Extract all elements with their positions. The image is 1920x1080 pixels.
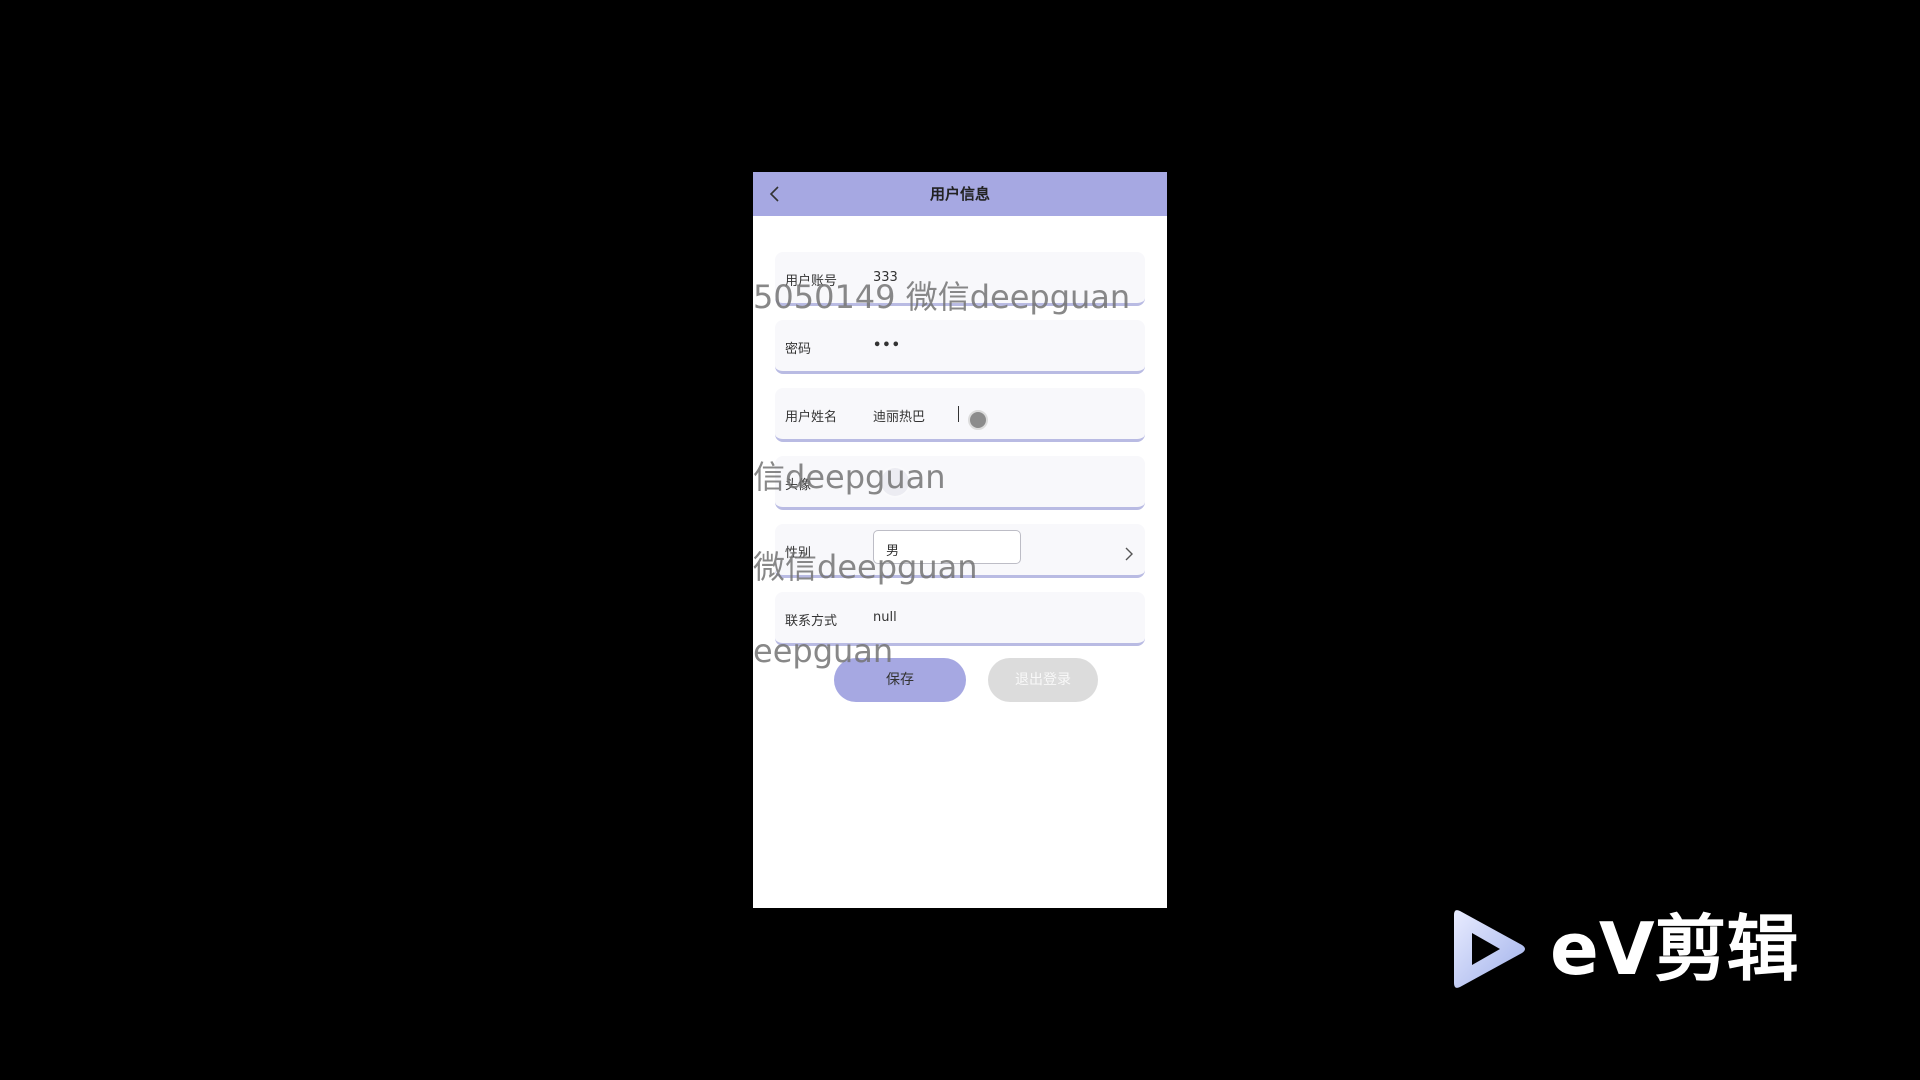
phone-screen: 用户信息 用户账号 密码 ••• 用户姓名 迪丽热巴 头像 (753, 172, 1167, 908)
logo-text: eV剪辑 (1550, 907, 1799, 991)
contact-field[interactable] (873, 610, 1123, 625)
password-row: 密码 ••• (775, 320, 1145, 374)
text-caret (958, 406, 959, 422)
logout-button[interactable]: 退出登录 (988, 658, 1098, 702)
name-row: 用户姓名 迪丽热巴 (775, 388, 1145, 442)
watermark-text: eepguan (753, 632, 894, 670)
chevron-right-icon[interactable] (1121, 546, 1137, 562)
play-icon (1454, 910, 1525, 988)
watermark-text: 微信deepguan (753, 548, 978, 586)
touch-cursor-icon (968, 410, 988, 430)
watermark-text: 信deepguan (753, 458, 946, 496)
password-field[interactable]: ••• (873, 338, 1123, 353)
watermark-text: 5050149 微信deepguan (753, 278, 1131, 316)
password-label: 密码 (785, 342, 812, 357)
page-title: 用户信息 (929, 185, 990, 203)
contact-label: 联系方式 (785, 614, 838, 629)
video-frame: 用户信息 用户账号 密码 ••• 用户姓名 迪丽热巴 头像 (0, 0, 1920, 1080)
ev-logo: eV剪辑 (1450, 905, 1830, 995)
name-field[interactable]: 迪丽热巴 (873, 406, 1123, 425)
top-bar: 用户信息 (753, 172, 1167, 216)
name-label: 用户姓名 (785, 410, 838, 425)
